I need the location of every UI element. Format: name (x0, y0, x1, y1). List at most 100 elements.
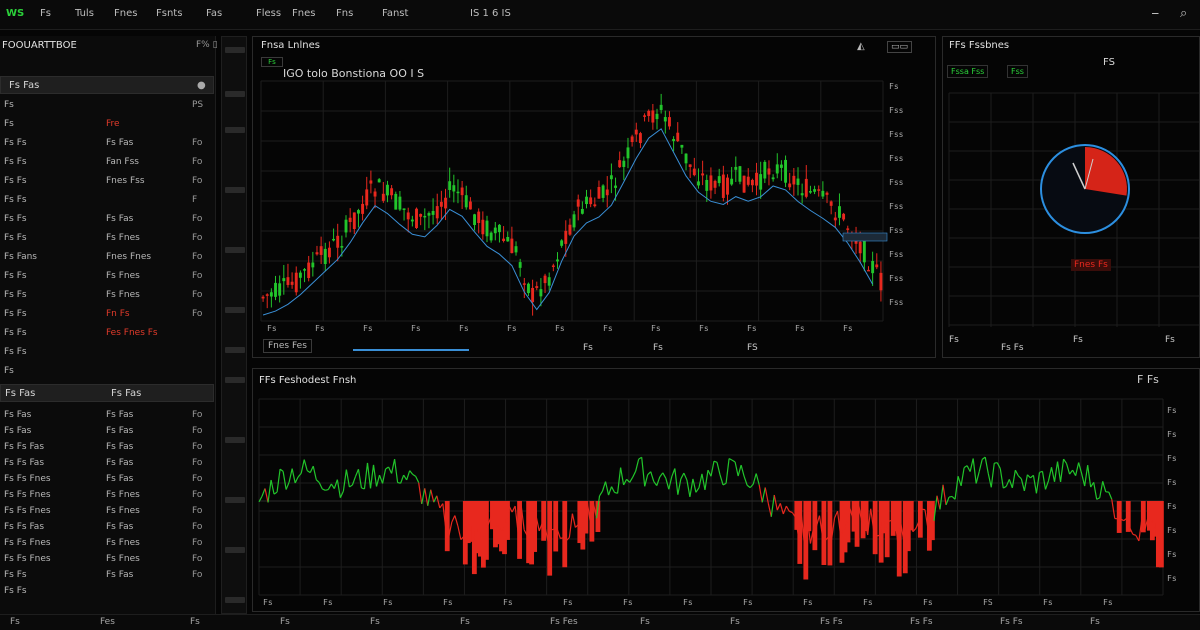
candle-body (564, 230, 568, 244)
watchlist-row[interactable]: Fs Fs Fnes Fs Fnes Fo (0, 552, 214, 568)
status-item: Fs (280, 617, 290, 627)
row-value: Fs Fas (106, 426, 134, 436)
toolbar-slot[interactable] (225, 47, 245, 53)
watchlist-row[interactable]: Fs (0, 364, 214, 380)
row-value: Fnes Fnes (106, 252, 152, 262)
candle-body (634, 129, 638, 135)
oscillator-segment (779, 503, 784, 515)
candle-body (775, 164, 779, 174)
oscillator-segment (620, 467, 625, 486)
section-toggle-icon[interactable]: ● (197, 80, 206, 91)
watchlist-row[interactable]: Fs Fs Fas Fs Fas Fo (0, 520, 214, 536)
menu-item[interactable]: Fns (336, 8, 353, 19)
oscillator-segment (394, 459, 399, 483)
row-change: Fo (192, 538, 203, 548)
toolbar-slot[interactable] (225, 307, 245, 313)
candle-body (394, 193, 398, 210)
oscillator-segment (318, 482, 323, 490)
oscillator-segment (999, 468, 1004, 489)
row-symbol: Fs Fs Fnes (4, 490, 51, 500)
toolbar-slot[interactable] (225, 247, 245, 253)
watchlist-row[interactable]: Fs Fs Fnes Fss Fo (0, 174, 214, 190)
oscillator-bar (872, 501, 878, 555)
toolbar-slot[interactable] (225, 91, 245, 97)
oscillator-segment (315, 479, 320, 484)
watchlist-row[interactable]: Fs Fs Fs Fnes Fo (0, 231, 214, 247)
menu-item[interactable]: IS 1 6 IS (470, 8, 511, 19)
watchlist-row[interactable]: Fs Fs Fan Fss Fo (0, 155, 214, 171)
oscillator-segment (1017, 475, 1022, 480)
oscillator-chart[interactable]: Fs Fs Fs Fs Fs Fs Fs Fs Fs Fs Fs Fs FS Fs Fs Fs Fs Fs Fs Fs… (253, 369, 1200, 613)
menu-item[interactable]: Fs (40, 8, 51, 19)
watchlist-row[interactable]: Fs Fs Fs Fnes Fo (0, 269, 214, 285)
watchlist-row[interactable]: Fs Fs Fas Fs Fas Fo (0, 456, 214, 472)
menu-item[interactable]: Fas (206, 8, 222, 19)
candle-body (576, 199, 580, 207)
toolbar-slot[interactable] (225, 437, 245, 443)
menu-item[interactable]: Fnes (114, 8, 137, 19)
oscillator-segment (403, 474, 408, 481)
section-header[interactable]: Fs Fas Fs Fas (0, 384, 214, 402)
candle-body (771, 177, 775, 180)
oscillator-segment (773, 494, 778, 511)
oscillator-segment (722, 482, 727, 486)
menu-item[interactable]: Fless (256, 8, 281, 19)
toolbar-slot[interactable] (225, 497, 245, 503)
menu-item[interactable]: Fanst (382, 8, 408, 19)
minimize-icon[interactable]: ⎯ (1152, 6, 1159, 21)
row-change: Fo (192, 570, 203, 580)
watchlist-row[interactable]: Fs Fs Fnes Fs Fnes Fo (0, 488, 214, 504)
chart-footer-tab[interactable]: Fnes Fes (263, 339, 312, 353)
watchlist-row[interactable]: Fs Fas Fs Fas Fo (0, 408, 214, 424)
menu-item[interactable]: Fsnts (156, 8, 182, 19)
oscillator-segment (454, 515, 459, 527)
row-symbol: Fs Fs Fas (4, 458, 45, 468)
watchlist-row[interactable]: Fs Fas Fs Fas Fo (0, 424, 214, 440)
watchlist-row[interactable]: Fs Fs Fn Fs Fo (0, 307, 214, 323)
candle-body (609, 175, 613, 180)
menu-item[interactable]: Tuls (75, 8, 94, 19)
watchlist-row[interactable]: Fs Fs Fas Fs Fas Fo (0, 440, 214, 456)
row-value: Fs Fas (106, 474, 134, 484)
time-axis-label: Fs (747, 324, 757, 333)
watchlist-row[interactable]: Fs Fs Fs Fnes Fo (0, 288, 214, 304)
candle-body (274, 282, 277, 297)
menu-item[interactable]: Fnes (292, 8, 315, 19)
candle-body (618, 160, 622, 168)
watchlist-row[interactable]: Fs Fs Fnes Fs Fas Fo (0, 472, 214, 488)
candlestick-chart[interactable]: FsFssFssFssFssFssFssFssFssFssFs Fs Fs Fs Fs F… (253, 37, 937, 359)
watchlist-row[interactable]: Fs Fs Fnes Fs Fnes Fo (0, 536, 214, 552)
toolbar-slot[interactable] (225, 187, 245, 193)
search-icon[interactable]: ⌕ (1180, 6, 1187, 21)
watchlist-row[interactable]: Fs Fs (0, 584, 214, 600)
oscillator-segment (1032, 475, 1038, 494)
watchlist-row[interactable]: Fs PS (0, 98, 214, 114)
watchlist-row[interactable]: Fs Fans Fnes Fnes Fo (0, 250, 214, 266)
scroll-range-indicator[interactable] (353, 349, 469, 351)
watchlist-row[interactable]: Fs Fs Fs Fas Fo (0, 136, 214, 152)
row-symbol: Fs Fs (4, 271, 27, 281)
watchlist-row[interactable]: Fs Fs Fs Fas Fo (0, 568, 214, 584)
oscillator-segment (650, 471, 655, 482)
watchlist-row[interactable]: Fs Fs Fnes Fs Fnes Fo (0, 504, 214, 520)
time-axis-label: Fs (603, 324, 613, 333)
toolbar-slot[interactable] (225, 127, 245, 133)
value-axis-label: Fs (1167, 574, 1177, 583)
watchlist-row[interactable]: Fs Fs (0, 345, 214, 361)
watchlist-title: FOOUARTTBOE (2, 40, 77, 51)
watchlist-title-right[interactable]: F% ▯ (196, 40, 218, 50)
watchlist-row[interactable]: Fs Fs Fs Fas Fo (0, 212, 214, 228)
vertical-toolbar[interactable] (221, 36, 247, 614)
oscillator-segment (571, 513, 576, 528)
watchlist-row[interactable]: Fs Fs Fes Fnes Fs (0, 326, 214, 342)
toolbar-slot[interactable] (225, 347, 245, 353)
toolbar-slot[interactable] (225, 547, 245, 553)
watchlist-row[interactable]: Fs Fre (0, 117, 214, 133)
oscillator-segment (342, 469, 347, 492)
watchlist-row[interactable]: Fs Fs F (0, 193, 214, 209)
section-header[interactable]: Fs Fas ● (0, 76, 214, 94)
oscillator-segment (731, 459, 736, 463)
candle-body (697, 181, 700, 186)
toolbar-slot[interactable] (225, 377, 245, 383)
toolbar-slot[interactable] (225, 597, 245, 603)
